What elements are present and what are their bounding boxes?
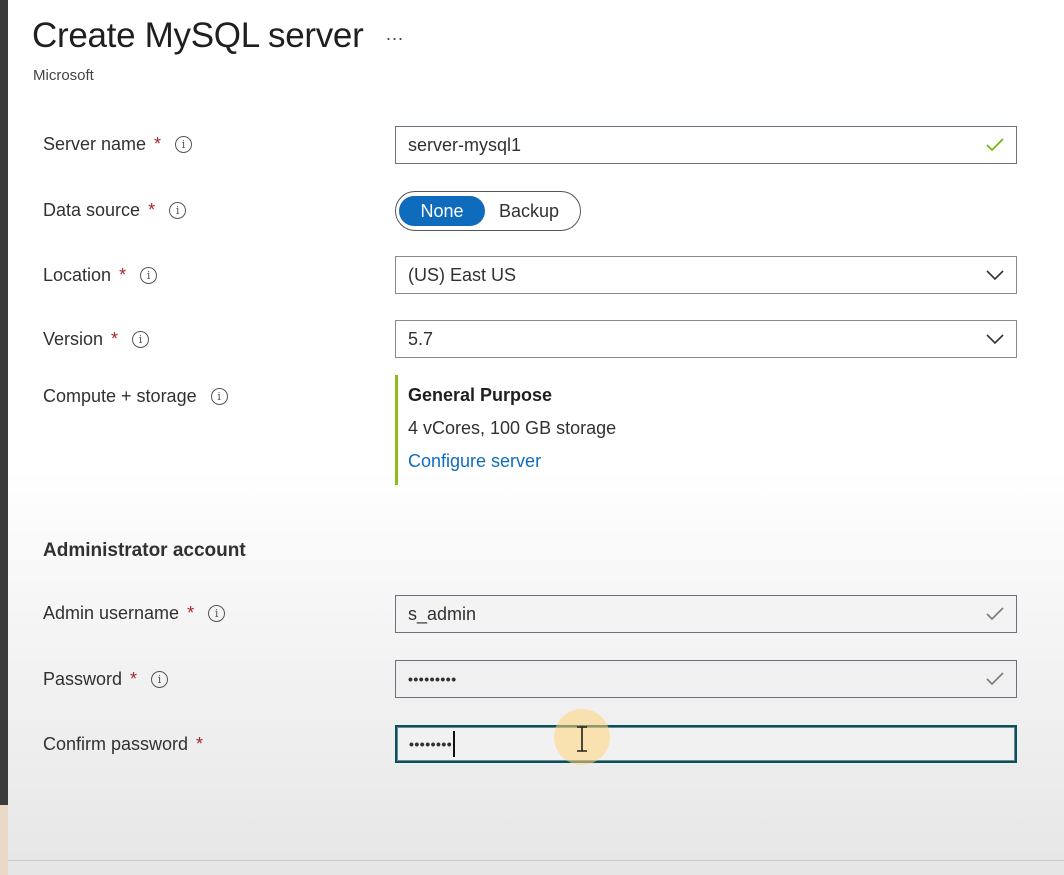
version-dropdown[interactable]: 5.7 <box>395 320 1017 358</box>
server-name-label-text: Server name <box>43 134 147 154</box>
compute-spec: 4 vCores, 100 GB storage <box>408 418 617 438</box>
confirm-password-label-text: Confirm password <box>43 734 189 754</box>
server-name-value: server-mysql1 <box>408 134 522 155</box>
location-dropdown[interactable]: (US) East US <box>395 256 1017 294</box>
required-marker: * <box>130 669 138 689</box>
admin-section-heading: Administrator account <box>43 540 246 561</box>
admin-username-label: Admin username * i <box>43 603 226 624</box>
check-icon <box>982 601 1008 627</box>
info-icon[interactable]: i <box>175 136 193 153</box>
check-icon <box>982 666 1008 692</box>
data-source-label-text: Data source <box>43 200 141 220</box>
compute-storage-label-text: Compute + storage <box>43 386 197 406</box>
page-title: Create MySQL server <box>32 16 364 55</box>
location-label: Location * i <box>43 265 158 286</box>
left-window-edge-bottom <box>0 805 8 875</box>
data-source-toggle[interactable]: None Backup <box>395 191 581 231</box>
confirm-password-input[interactable]: •••••••• <box>395 725 1017 763</box>
password-value: ••••••••• <box>408 671 457 687</box>
text-caret <box>453 731 456 757</box>
confirm-password-label: Confirm password * <box>43 734 203 755</box>
location-label-text: Location <box>43 265 112 285</box>
data-source-option-none[interactable]: None <box>399 196 485 226</box>
text-cursor-icon <box>575 726 589 752</box>
info-icon[interactable]: i <box>208 605 226 622</box>
info-icon[interactable]: i <box>140 267 158 284</box>
password-label-text: Password <box>43 669 123 689</box>
more-options-button[interactable]: ... <box>386 24 404 45</box>
data-source-option-backup[interactable]: Backup <box>485 196 573 226</box>
data-source-label: Data source * i <box>43 200 187 221</box>
check-icon <box>982 132 1008 158</box>
compute-summary: General Purpose 4 vCores, 100 GB storage… <box>395 375 616 485</box>
required-marker: * <box>111 329 119 349</box>
password-input[interactable]: ••••••••• <box>395 660 1017 698</box>
required-marker: * <box>154 134 162 154</box>
configure-server-link[interactable]: Configure server <box>408 451 616 472</box>
info-icon[interactable]: i <box>151 671 169 688</box>
chevron-down-icon[interactable] <box>982 262 1008 288</box>
password-label: Password * i <box>43 669 169 690</box>
left-window-edge <box>0 0 8 805</box>
info-icon[interactable]: i <box>210 388 228 405</box>
version-label-text: Version <box>43 329 104 349</box>
confirm-password-value: •••••••• <box>409 736 453 752</box>
server-name-input[interactable]: server-mysql1 <box>395 126 1017 164</box>
info-icon[interactable]: i <box>169 202 187 219</box>
required-marker: * <box>187 603 195 623</box>
admin-username-input[interactable]: s_admin <box>395 595 1017 633</box>
required-marker: * <box>196 734 204 754</box>
required-marker: * <box>148 200 156 220</box>
admin-username-label-text: Admin username <box>43 603 180 623</box>
version-label: Version * i <box>43 329 150 350</box>
info-icon[interactable]: i <box>132 331 150 348</box>
version-value: 5.7 <box>408 328 434 349</box>
compute-tier: General Purpose <box>408 385 553 405</box>
chevron-down-icon[interactable] <box>982 326 1008 352</box>
server-name-label: Server name * i <box>43 134 193 155</box>
compute-storage-label: Compute + storage i <box>43 386 228 407</box>
required-marker: * <box>119 265 127 285</box>
admin-username-value: s_admin <box>408 603 477 624</box>
footer-divider <box>8 860 1064 861</box>
publisher-label: Microsoft <box>33 67 94 84</box>
location-value: (US) East US <box>408 264 517 285</box>
